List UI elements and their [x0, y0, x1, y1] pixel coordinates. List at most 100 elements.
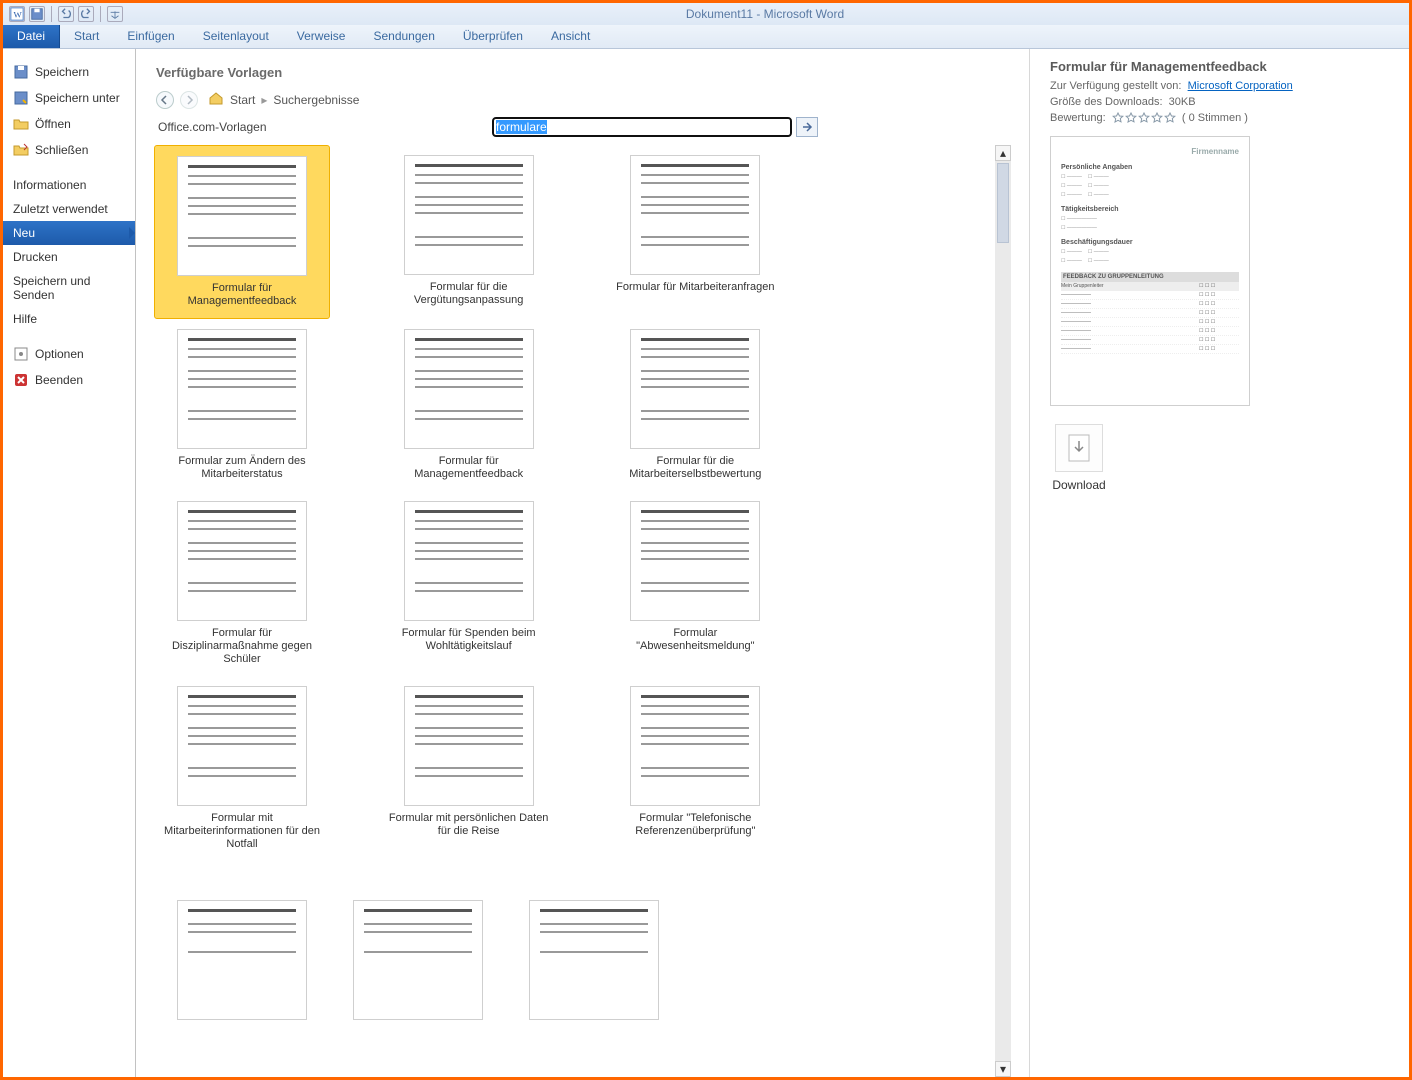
sidebar-item-open[interactable]: Öffnen — [3, 111, 135, 137]
ribbon-tab-start[interactable]: Start — [60, 25, 113, 48]
sidebar-item-new[interactable]: Neu — [3, 221, 135, 245]
download-button[interactable]: Download — [1050, 424, 1108, 492]
search-input[interactable] — [492, 117, 792, 137]
sidebar-item-label: Beenden — [35, 373, 83, 387]
scroll-up-icon[interactable]: ▴ — [995, 145, 1011, 161]
sidebar-item-label: Speichern und Senden — [13, 274, 125, 302]
qat-customize-icon[interactable] — [107, 6, 123, 22]
template-thumbnail — [404, 501, 534, 621]
sidebar-item-label: Informationen — [13, 178, 86, 192]
breadcrumb-bar: Start ▸ Suchergebnisse — [154, 86, 1011, 113]
preview-provided-by: Zur Verfügung gestellt von: Microsoft Co… — [1050, 80, 1389, 92]
template-thumbnail — [630, 686, 760, 806]
scroll-down-icon[interactable]: ▾ — [995, 1061, 1011, 1077]
ribbon-tab-insert[interactable]: Einfügen — [113, 25, 188, 48]
template-cell[interactable]: Formular mit persönlichen Daten für die … — [381, 676, 557, 861]
close-icon — [13, 142, 29, 158]
undo-icon[interactable] — [58, 6, 74, 22]
template-cell[interactable]: Formular zum Ändern des Mitarbeiterstatu… — [154, 319, 330, 491]
template-thumbnail — [630, 155, 760, 275]
template-label: Formular mit Mitarbeiterinformationen fü… — [158, 812, 326, 857]
template-label: Formular "Telefonische Referenzenüberprü… — [611, 812, 779, 844]
nav-forward-button[interactable] — [180, 91, 198, 109]
sidebar-item-options[interactable]: Optionen — [3, 341, 135, 367]
template-cell[interactable]: Formular für die Mitarbeiterselbstbewert… — [607, 319, 783, 491]
ribbon-tab-review[interactable]: Überprüfen — [449, 25, 537, 48]
ribbon-tab-mailings[interactable]: Sendungen — [359, 25, 448, 48]
template-cell[interactable]: Formular für Spenden beim Wohltätigkeits… — [381, 491, 557, 676]
template-thumbnail — [404, 686, 534, 806]
sidebar-item-print[interactable]: Drucken — [3, 245, 135, 269]
sidebar-item-saveas[interactable]: Speichern unter — [3, 85, 135, 111]
template-cell[interactable]: Formular für Mitarbeiteranfragen — [607, 145, 783, 319]
saveas-icon — [13, 90, 29, 106]
sidebar-item-label: Drucken — [13, 250, 58, 264]
template-cell[interactable] — [330, 890, 506, 1030]
open-icon — [13, 116, 29, 132]
available-templates-heading: Verfügbare Vorlagen — [154, 59, 1011, 86]
template-label: Formular für Disziplinarmaßnahme gegen S… — [158, 627, 326, 672]
template-cell[interactable]: Formular für Managementfeedback — [381, 319, 557, 491]
nav-back-button[interactable] — [156, 91, 174, 109]
template-cell[interactable] — [154, 890, 330, 1030]
sidebar-item-info[interactable]: Informationen — [3, 173, 135, 197]
search-source-label: Office.com-Vorlagen — [154, 120, 492, 134]
redo-icon[interactable] — [78, 6, 94, 22]
sidebar-item-label: Schließen — [35, 143, 88, 157]
sidebar-item-close[interactable]: Schließen — [3, 137, 135, 163]
sidebar-item-label: Neu — [13, 226, 35, 240]
sidebar-item-help[interactable]: Hilfe — [3, 307, 135, 331]
download-icon — [1055, 424, 1103, 472]
sidebar-item-save[interactable]: Speichern — [3, 59, 135, 85]
template-label: Formular zum Ändern des Mitarbeiterstatu… — [158, 455, 326, 487]
sidebar-item-share[interactable]: Speichern und Senden — [3, 269, 135, 307]
quick-access-toolbar: W Dokument11 - Microsoft Word — [3, 3, 1409, 25]
home-icon[interactable] — [208, 90, 224, 109]
template-thumbnail — [353, 900, 483, 1020]
template-label: Formular für Spenden beim Wohltätigkeits… — [385, 627, 553, 659]
template-cell[interactable]: Formular mit Mitarbeiterinformationen fü… — [154, 676, 330, 861]
save-icon — [13, 64, 29, 80]
sidebar-item-exit[interactable]: Beenden — [3, 367, 135, 393]
sidebar-item-label: Zuletzt verwendet — [13, 202, 108, 216]
template-thumbnail — [529, 900, 659, 1020]
template-thumbnail — [177, 156, 307, 276]
ribbon-tab-pagelayout[interactable]: Seitenlayout — [189, 25, 283, 48]
preview-panel: Formular für Managementfeedback Zur Verf… — [1029, 49, 1409, 1077]
template-cell[interactable]: Formular "Telefonische Referenzenüberprü… — [607, 676, 783, 861]
grid-scrollbar[interactable]: ▴ ▾ — [995, 145, 1011, 1077]
word-icon: W — [9, 6, 25, 22]
search-go-button[interactable] — [796, 117, 818, 137]
scrollbar-thumb[interactable] — [997, 163, 1009, 243]
ribbon-tab-file[interactable]: Datei — [3, 25, 60, 48]
ribbon-tab-references[interactable]: Verweise — [283, 25, 360, 48]
save-icon[interactable] — [29, 6, 45, 22]
download-label: Download — [1050, 478, 1108, 492]
template-label: Formular mit persönlichen Daten für die … — [385, 812, 553, 844]
template-thumbnail — [177, 329, 307, 449]
chevron-right-icon: ▸ — [261, 93, 267, 107]
rating-stars[interactable] — [1112, 112, 1176, 124]
template-cell[interactable]: Formular "Abwesenheitsmeldung" — [607, 491, 783, 676]
template-thumbnail — [177, 501, 307, 621]
ribbon-tab-view[interactable]: Ansicht — [537, 25, 604, 48]
template-cell[interactable]: Formular für die Vergütungsanpassung — [381, 145, 557, 319]
exit-icon — [13, 372, 29, 388]
preview-title: Formular für Managementfeedback — [1050, 59, 1389, 74]
templates-grid: Formular für ManagementfeedbackFormular … — [154, 145, 834, 861]
sidebar-item-recent[interactable]: Zuletzt verwendet — [3, 197, 135, 221]
sidebar-item-label: Hilfe — [13, 312, 37, 326]
template-cell[interactable] — [506, 890, 682, 1030]
crumb-home[interactable]: Start — [230, 93, 255, 107]
svg-text:W: W — [14, 10, 23, 20]
template-cell[interactable]: Formular für Disziplinarmaßnahme gegen S… — [154, 491, 330, 676]
template-cell[interactable]: Formular für Managementfeedback — [154, 145, 330, 319]
center-panel: Verfügbare Vorlagen Start ▸ Suchergebnis… — [136, 49, 1029, 1077]
ribbon: Datei Start Einfügen Seitenlayout Verwei… — [3, 25, 1409, 49]
template-thumbnail — [630, 329, 760, 449]
provider-link[interactable]: Microsoft Corporation — [1188, 80, 1293, 92]
template-thumbnail — [404, 155, 534, 275]
preview-rating: Bewertung: ( 0 Stimmen ) — [1050, 112, 1389, 124]
preview-thumbnail: Firmenname Persönliche Angaben ☐ ———☐ ——… — [1050, 136, 1250, 406]
template-thumbnail — [177, 900, 307, 1020]
